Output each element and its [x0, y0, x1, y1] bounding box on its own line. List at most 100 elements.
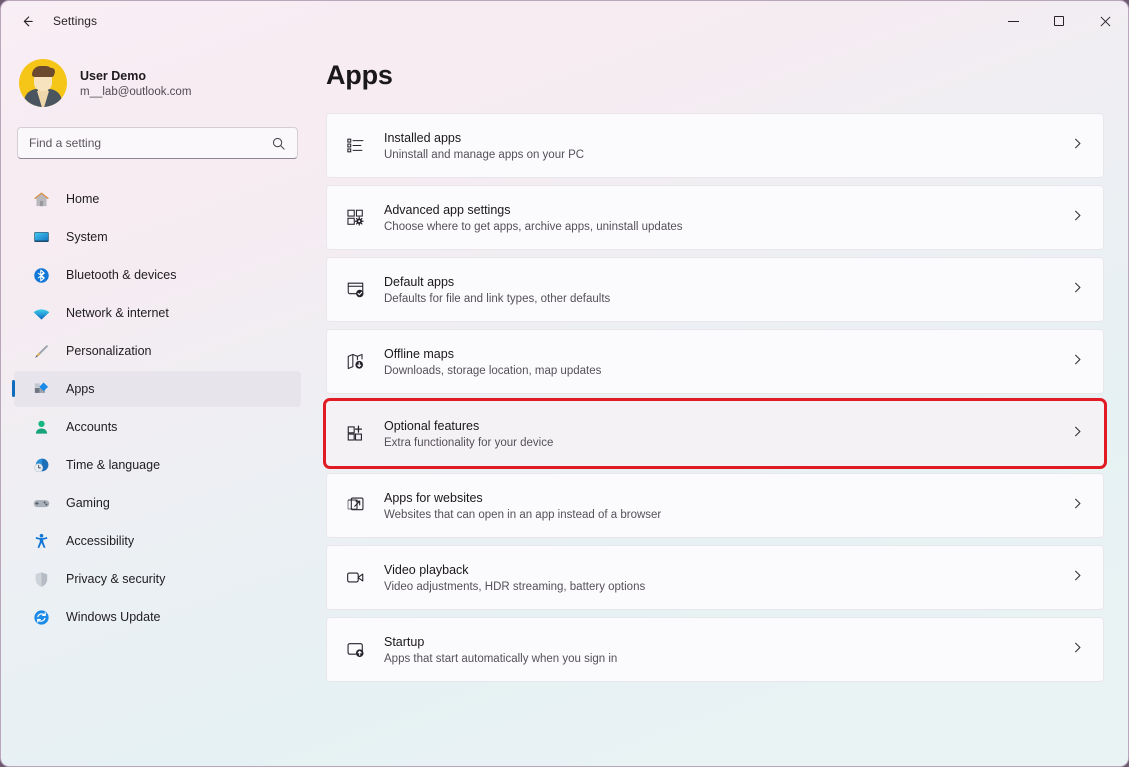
apps-icon — [30, 378, 52, 400]
card-title: Advanced app settings — [384, 202, 511, 217]
sidebar-item-label: Personalization — [66, 344, 152, 358]
card-advanced-app-settings[interactable]: Advanced app settings Choose where to ge… — [326, 185, 1104, 250]
chevron-right-icon — [1071, 569, 1084, 587]
main-content: Apps Installed apps Uninstall and manage… — [311, 41, 1128, 766]
card-title: Video playback — [384, 562, 469, 577]
card-offline-maps[interactable]: Offline maps Downloads, storage location… — [326, 329, 1104, 394]
gamepad-icon — [30, 492, 52, 514]
chevron-right-icon — [1071, 641, 1084, 659]
minimize-button[interactable] — [990, 1, 1036, 41]
sidebar-item-label: Accounts — [66, 420, 118, 434]
sidebar-item-accessibility[interactable]: Accessibility — [14, 523, 301, 559]
card-title: Default apps — [384, 274, 455, 289]
startup-icon — [342, 637, 368, 663]
back-button[interactable] — [10, 6, 44, 36]
sidebar-item-privacy-security[interactable]: Privacy & security — [14, 561, 301, 597]
card-subtitle: Apps that start automatically when you s… — [384, 652, 618, 665]
card-subtitle: Choose where to get apps, archive apps, … — [384, 220, 683, 233]
chevron-right-icon — [1071, 137, 1084, 155]
card-installed-apps[interactable]: Installed apps Uninstall and manage apps… — [326, 113, 1104, 178]
back-arrow-icon — [23, 15, 33, 26]
sidebar-item-home[interactable]: Home — [14, 181, 301, 217]
card-subtitle: Downloads, storage location, map updates — [384, 364, 602, 377]
search-box[interactable] — [17, 127, 298, 159]
home-icon — [30, 188, 52, 210]
sidebar-item-label: Accessibility — [66, 534, 135, 548]
card-title: Offline maps — [384, 346, 454, 361]
map-download-icon — [342, 349, 368, 375]
title-bar: Settings — [1, 1, 1128, 41]
sidebar-nav: Home System Bluetooth & devices Network … — [1, 181, 311, 635]
account-icon — [30, 416, 52, 438]
profile-email: m__lab@outlook.com — [80, 85, 192, 98]
maximize-button[interactable] — [1036, 1, 1082, 41]
card-subtitle: Extra functionality for your device — [384, 436, 554, 449]
card-subtitle: Uninstall and manage apps on your PC — [384, 148, 585, 161]
chevron-right-icon — [1071, 425, 1084, 443]
sidebar-item-label: System — [66, 230, 108, 244]
sidebar-item-label: Gaming — [66, 496, 110, 510]
sidebar-item-time-language[interactable]: Time & language — [14, 447, 301, 483]
search-icon — [272, 137, 285, 150]
card-subtitle: Defaults for file and link types, other … — [384, 292, 611, 305]
window-controls — [990, 1, 1128, 41]
external-link-icon — [342, 493, 368, 519]
sidebar-item-network[interactable]: Network & internet — [14, 295, 301, 331]
card-default-apps[interactable]: Default apps Defaults for file and link … — [326, 257, 1104, 322]
app-settings-icon — [342, 205, 368, 231]
chevron-right-icon — [1071, 497, 1084, 515]
close-icon — [1100, 16, 1110, 26]
avatar — [19, 59, 67, 107]
settings-window: Settings User Demo m__lab@outlook.com Fi… — [0, 0, 1129, 767]
sidebar-item-bluetooth[interactable]: Bluetooth & devices — [14, 257, 301, 293]
page-title: Apps — [326, 60, 393, 90]
minimize-icon — [1007, 20, 1019, 22]
chevron-right-icon — [1071, 353, 1084, 371]
list-icon — [342, 133, 368, 159]
card-title: Startup — [384, 634, 425, 649]
window-title: Settings — [53, 14, 98, 28]
chevron-right-icon — [1071, 209, 1084, 227]
bluetooth-icon — [30, 264, 52, 286]
card-title: Apps for websites — [384, 490, 483, 505]
sidebar-item-accounts[interactable]: Accounts — [14, 409, 301, 445]
chevron-right-icon — [1071, 281, 1084, 299]
sidebar-item-label: Windows Update — [66, 610, 161, 624]
system-icon — [30, 226, 52, 248]
profile-name: User Demo — [80, 68, 146, 83]
card-subtitle: Websites that can open in an app instead… — [384, 508, 662, 521]
clock-globe-icon — [30, 454, 52, 476]
card-title: Optional features — [384, 418, 480, 433]
sidebar-item-label: Apps — [66, 382, 95, 396]
sidebar-item-label: Home — [66, 192, 100, 206]
sidebar-item-system[interactable]: System — [14, 219, 301, 255]
brush-icon — [30, 340, 52, 362]
card-video-playback[interactable]: Video playback Video adjustments, HDR st… — [326, 545, 1104, 610]
maximize-icon — [1054, 16, 1064, 26]
card-subtitle: Video adjustments, HDR streaming, batter… — [384, 580, 646, 593]
sidebar-item-gaming[interactable]: Gaming — [14, 485, 301, 521]
sidebar-item-label: Bluetooth & devices — [66, 268, 177, 282]
card-startup[interactable]: Startup Apps that start automatically wh… — [326, 617, 1104, 682]
sidebar-item-windows-update[interactable]: Windows Update — [14, 599, 301, 635]
shield-icon — [30, 568, 52, 590]
wifi-icon — [30, 302, 52, 324]
accessibility-icon — [30, 530, 52, 552]
sidebar-item-label: Network & internet — [66, 306, 169, 320]
default-apps-icon — [342, 277, 368, 303]
sidebar: User Demo m__lab@outlook.com Find a sett… — [1, 41, 311, 766]
close-button[interactable] — [1082, 1, 1128, 41]
sidebar-item-label: Privacy & security — [66, 572, 166, 586]
sidebar-item-label: Time & language — [66, 458, 161, 472]
sidebar-item-personalization[interactable]: Personalization — [14, 333, 301, 369]
optional-features-icon — [342, 421, 368, 447]
settings-card-list: Installed apps Uninstall and manage apps… — [323, 113, 1107, 682]
search-input[interactable] — [29, 136, 254, 150]
video-icon — [342, 565, 368, 591]
update-icon — [30, 606, 52, 628]
card-optional-features[interactable]: Optional features Extra functionality fo… — [323, 398, 1107, 469]
card-apps-for-websites[interactable]: Apps for websites Websites that can open… — [326, 473, 1104, 538]
sidebar-item-apps[interactable]: Apps — [12, 371, 301, 407]
card-title: Installed apps — [384, 130, 462, 145]
user-profile[interactable]: User Demo m__lab@outlook.com — [19, 59, 311, 107]
